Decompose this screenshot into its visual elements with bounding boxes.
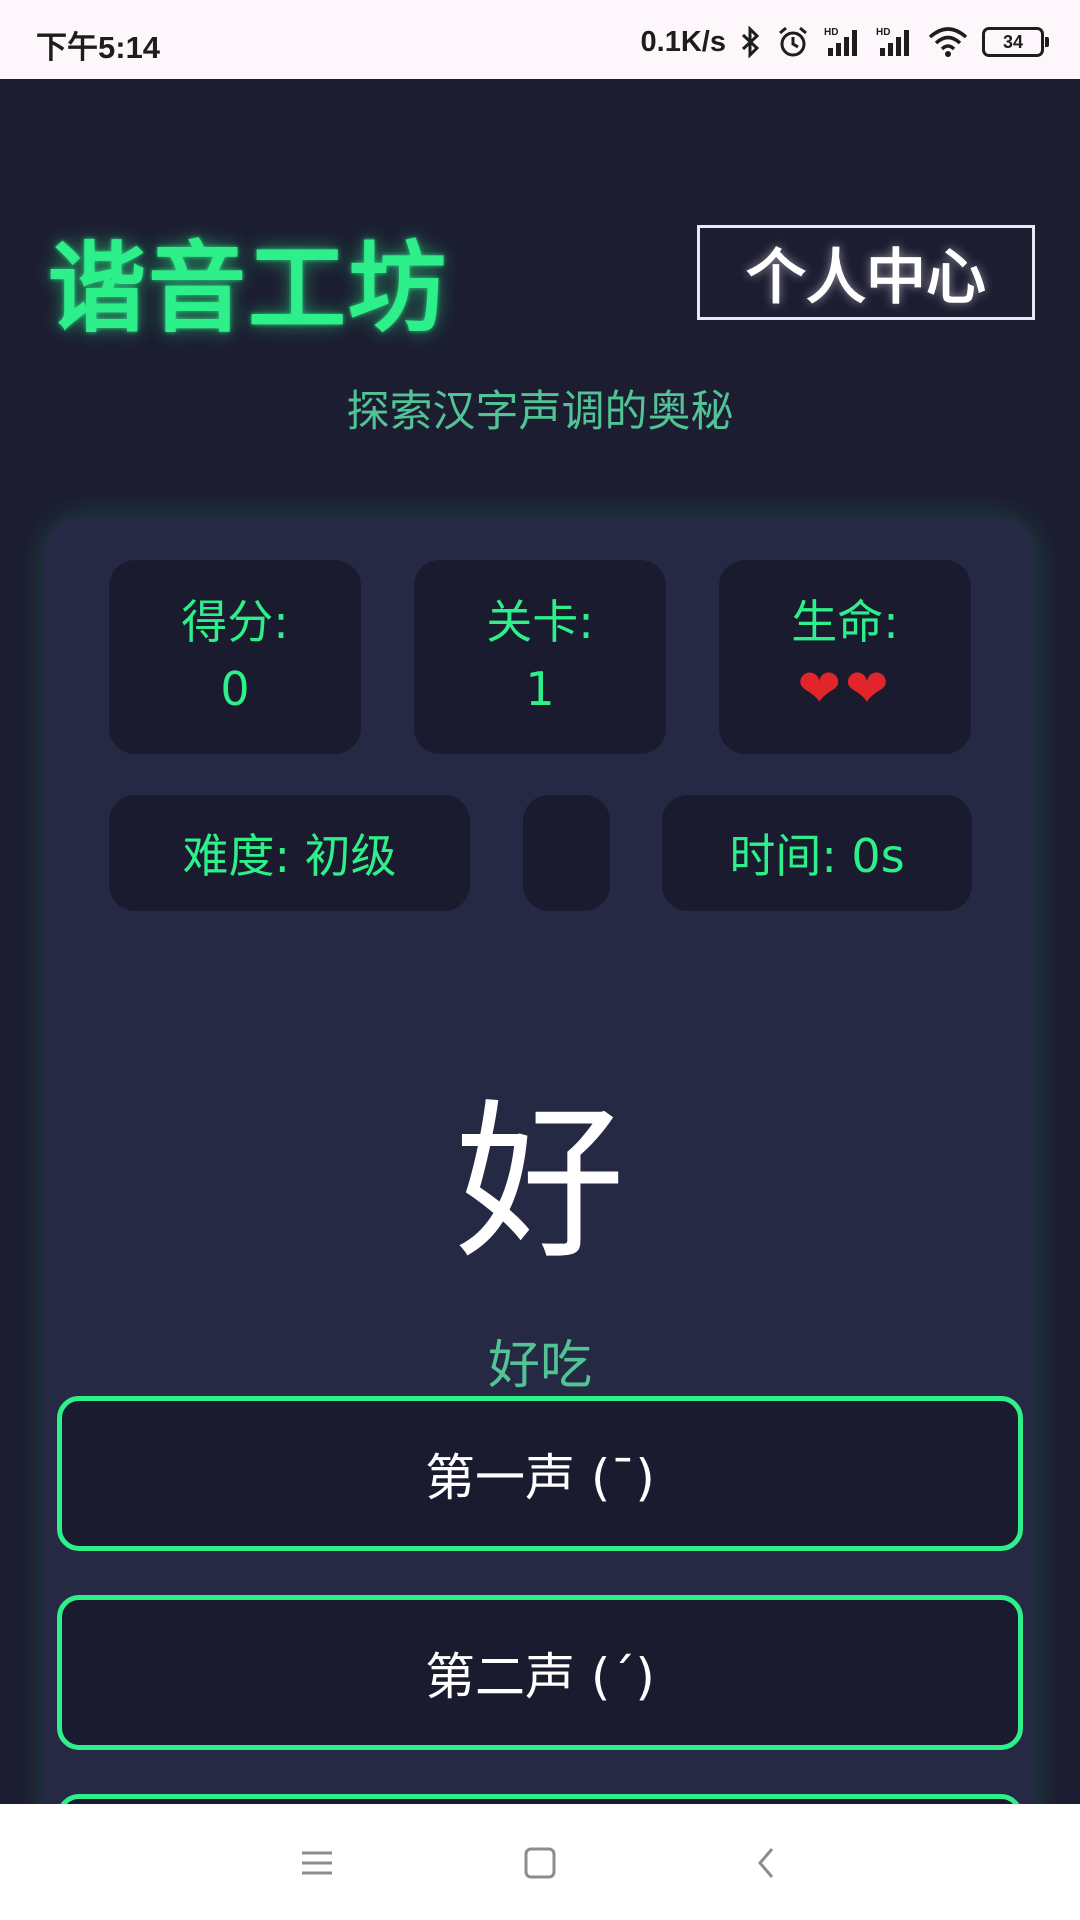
back-icon[interactable]: [732, 1828, 802, 1898]
tone-option-first[interactable]: 第一声 (ˉ): [57, 1396, 1023, 1551]
heart-icon: ❤❤: [797, 659, 893, 719]
score-label: 得分:: [181, 595, 289, 649]
level-box: 关卡: 1: [414, 560, 666, 754]
wifi-icon: [928, 27, 968, 57]
status-time: 下午5:14: [36, 30, 161, 65]
tone-option-second[interactable]: 第二声 (ˊ): [57, 1595, 1023, 1750]
timer-text: 时间: 0s: [729, 829, 905, 883]
main-content: 谐音工坊 个人中心 探索汉字声调的奥秘 得分: 0 关卡: 1 生命: ❤❤ 难…: [0, 79, 1080, 1804]
alarm-icon: [776, 25, 810, 59]
status-icons: 0.1K/s HD HD 34: [640, 22, 1049, 62]
svg-text:HD: HD: [824, 27, 838, 38]
lives-box: 生命: ❤❤: [719, 560, 971, 754]
svg-text:HD: HD: [876, 27, 890, 38]
network-speed: 0.1K/s: [640, 25, 726, 58]
status-bar: 下午5:14 0.1K/s HD HD 34: [0, 0, 1080, 79]
target-word: 好吃: [487, 1336, 592, 1396]
menu-icon[interactable]: [282, 1828, 352, 1898]
difficulty-text: 难度: 初级: [182, 829, 397, 883]
difficulty-box: 难度: 初级: [109, 795, 470, 911]
level-label: 关卡:: [486, 595, 594, 649]
home-icon[interactable]: [505, 1828, 575, 1898]
score-box: 得分: 0: [109, 560, 361, 754]
subtitle: 探索汉字声调的奥秘: [346, 387, 734, 437]
score-value: 0: [220, 662, 250, 716]
battery-icon: 34: [982, 27, 1049, 57]
empty-stat-box: [523, 795, 610, 911]
lives-label: 生命:: [791, 595, 899, 649]
navigation-bar: [0, 1804, 1080, 1920]
level-value: 1: [525, 662, 555, 716]
bluetooth-icon: [740, 26, 762, 58]
signal-hd-icon: HD: [824, 26, 862, 58]
app-title: 谐音工坊: [48, 232, 449, 346]
timer-box: 时间: 0s: [662, 795, 972, 911]
tone-option-third[interactable]: [57, 1794, 1023, 1804]
signal-hd-icon: HD: [876, 26, 914, 58]
profile-center-button[interactable]: 个人中心: [697, 225, 1035, 320]
target-character: 好: [454, 1085, 625, 1283]
